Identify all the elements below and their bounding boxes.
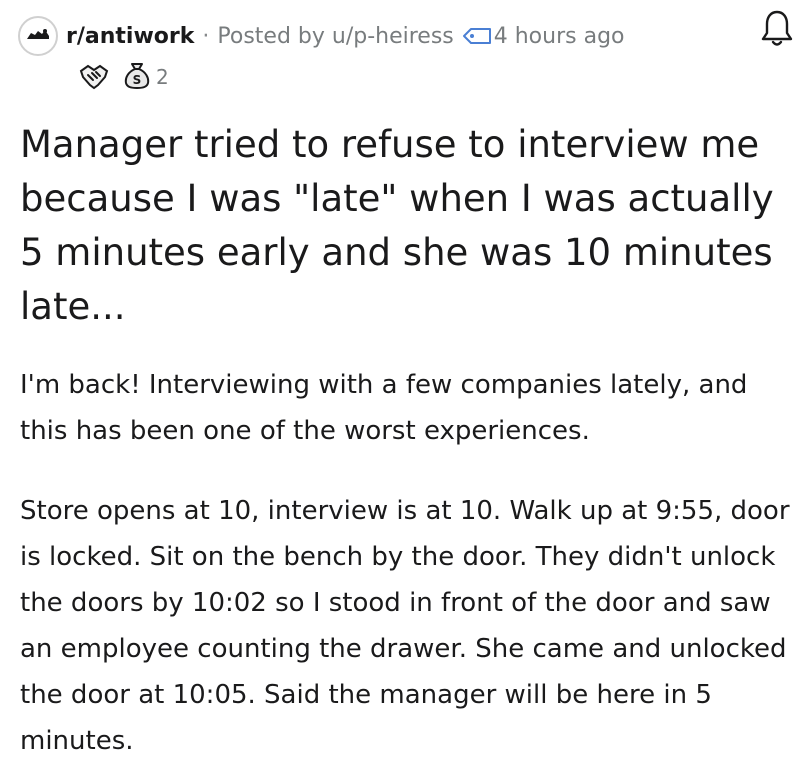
subreddit-name[interactable]: r/antiwork	[66, 24, 194, 49]
post-time: 4 hours ago	[493, 23, 625, 49]
svg-text:S: S	[133, 73, 142, 87]
antiwork-dog-icon	[25, 26, 51, 46]
subreddit-avatar[interactable]	[18, 16, 58, 56]
award-count: 2	[156, 65, 169, 89]
posted-by[interactable]: Posted by u/p-heiress	[217, 24, 453, 49]
meta-separator: ·	[202, 23, 210, 49]
tag-icon	[462, 27, 492, 45]
post-header: r/antiwork · Posted by u/p-heiress 4 hou…	[18, 14, 800, 58]
post-paragraph: Store opens at 10, interview is at 10. W…	[20, 496, 790, 756]
money-bag-award-icon: S	[122, 60, 152, 94]
post-title[interactable]: Manager tried to refuse to interview me …	[20, 118, 780, 334]
post-paragraph: I'm back! Interviewing with a few compan…	[20, 370, 748, 446]
bell-icon[interactable]	[760, 8, 794, 52]
handshake-award-icon	[78, 63, 110, 91]
awards-row[interactable]: S 2	[78, 62, 181, 92]
money-bag-award: S 2	[122, 60, 169, 94]
